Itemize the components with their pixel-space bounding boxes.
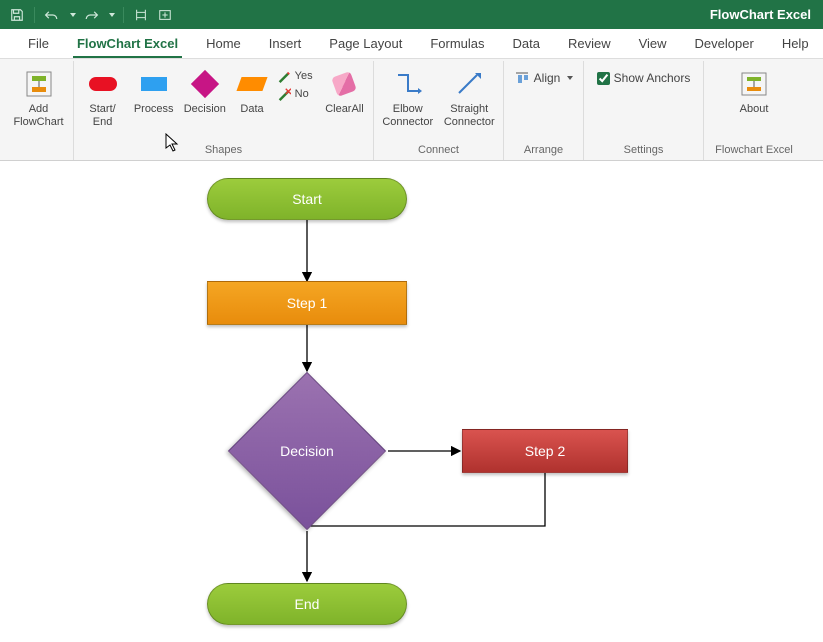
tab-home[interactable]: Home — [192, 30, 255, 58]
tab-data[interactable]: Data — [499, 30, 554, 58]
yes-connector-button[interactable]: Yes — [277, 69, 313, 83]
eraser-icon — [328, 69, 360, 99]
elbow-connector-icon — [392, 69, 424, 99]
flowchart-decision-node[interactable]: Decision — [227, 371, 387, 531]
save-icon[interactable] — [8, 6, 26, 24]
arrange-group-label: Arrange — [510, 144, 577, 158]
flowchart-canvas[interactable]: Start Step 1 Decision Step 2 End — [0, 161, 823, 642]
app-title: FlowChart Excel — [710, 7, 811, 22]
autofit-icon[interactable] — [156, 6, 174, 24]
flowchart-end-node[interactable]: End — [207, 583, 407, 625]
no-pencil-icon — [277, 87, 291, 101]
ribbon-group-about: About Flowchart Excel — [704, 61, 804, 160]
quick-access-toolbar — [8, 6, 174, 24]
shape-startend-button[interactable]: Start/End — [80, 67, 125, 130]
tab-file[interactable]: File — [14, 30, 63, 58]
tab-page-layout[interactable]: Page Layout — [315, 30, 416, 58]
straight-connector-button[interactable]: StraightConnector — [442, 67, 498, 130]
touch-mode-icon[interactable] — [132, 6, 150, 24]
ribbon-group-shapes: Start/End Process Decision Data Yes — [74, 61, 374, 160]
elbow-connector-button[interactable]: ElbowConnector — [380, 67, 436, 130]
tab-flowchart-excel[interactable]: FlowChart Excel — [63, 30, 192, 58]
flowchart-step2-node[interactable]: Step 2 — [462, 429, 628, 473]
yes-pencil-icon — [277, 69, 291, 83]
no-connector-button[interactable]: No — [277, 87, 309, 101]
tab-help[interactable]: Help — [768, 30, 823, 58]
shapes-group-label: Shapes — [80, 144, 367, 158]
ribbon-group-addflowchart: AddFlowChart — [4, 61, 74, 160]
straight-connector-icon — [453, 69, 485, 99]
shape-data-button[interactable]: Data — [233, 67, 270, 118]
redo-icon[interactable] — [82, 6, 100, 24]
add-flowchart-icon — [23, 69, 55, 99]
tab-insert[interactable]: Insert — [255, 30, 316, 58]
settings-group-label: Settings — [590, 144, 697, 158]
align-button[interactable]: Align — [508, 67, 580, 89]
ribbon-tabs: File FlowChart Excel Home Insert Page La… — [0, 29, 823, 59]
clearall-button[interactable]: ClearAll — [322, 67, 367, 118]
connect-group-label: Connect — [380, 144, 497, 158]
about-icon — [738, 69, 770, 99]
undo-icon[interactable] — [43, 6, 61, 24]
show-anchors-input[interactable] — [597, 72, 610, 85]
add-flowchart-button[interactable]: AddFlowChart — [10, 67, 67, 130]
undo-dropdown-icon[interactable] — [70, 13, 76, 17]
tab-view[interactable]: View — [625, 30, 681, 58]
ribbon-group-arrange: Align Arrange — [504, 61, 584, 160]
about-button[interactable]: About — [726, 67, 782, 118]
flowchart-connectors — [0, 161, 823, 642]
process-shape-icon — [138, 69, 170, 99]
chevron-down-icon — [567, 76, 573, 80]
tab-formulas[interactable]: Formulas — [416, 30, 498, 58]
add-flowchart-label: AddFlowChart — [13, 103, 63, 128]
data-shape-icon — [236, 69, 268, 99]
tab-developer[interactable]: Developer — [681, 30, 768, 58]
show-anchors-checkbox[interactable]: Show Anchors — [591, 67, 697, 89]
align-icon — [514, 71, 530, 85]
ribbon-group-settings: Show Anchors Settings — [584, 61, 704, 160]
ribbon: AddFlowChart Start/End Process Decision … — [0, 59, 823, 161]
tab-review[interactable]: Review — [554, 30, 625, 58]
yes-no-buttons: Yes No — [277, 67, 316, 101]
decision-shape-icon — [189, 69, 221, 99]
flowchart-step1-node[interactable]: Step 1 — [207, 281, 407, 325]
shape-process-button[interactable]: Process — [131, 67, 176, 118]
ribbon-group-connect: ElbowConnector StraightConnector Connect — [374, 61, 504, 160]
about-group-label: Flowchart Excel — [710, 144, 798, 158]
flowchart-start-node[interactable]: Start — [207, 178, 407, 220]
shape-decision-button[interactable]: Decision — [182, 67, 227, 118]
start-end-shape-icon — [87, 69, 119, 99]
title-bar: FlowChart Excel — [0, 0, 823, 29]
redo-dropdown-icon[interactable] — [109, 13, 115, 17]
